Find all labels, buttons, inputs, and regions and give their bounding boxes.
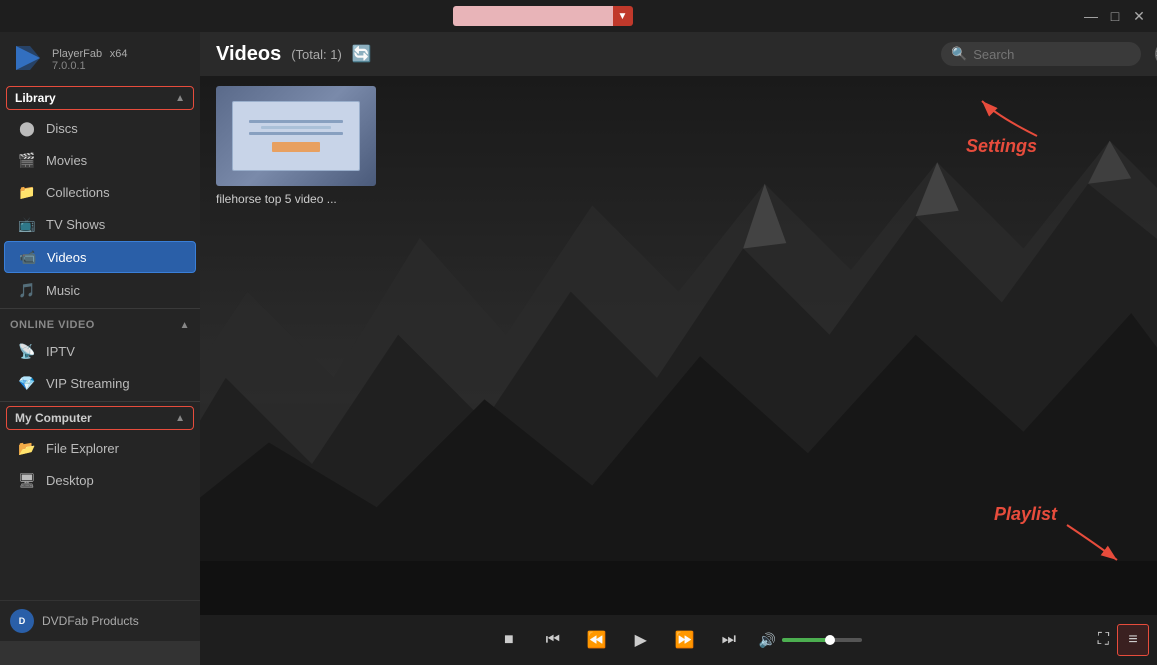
discs-label: Discs <box>46 121 78 136</box>
content-title: Videos (Total: 1) 🔄 <box>216 43 372 66</box>
iptv-label: IPTV <box>46 344 75 359</box>
video-thumbnail <box>216 86 376 186</box>
library-label: Library <box>15 91 56 105</box>
divider-2 <box>0 401 200 402</box>
stop-button[interactable]: ■ <box>495 626 523 654</box>
music-label: Music <box>46 283 80 298</box>
dvdfab-logo: D <box>10 609 34 633</box>
content-header: Videos (Total: 1) 🔄 🔍 ✕ <box>200 32 1157 76</box>
online-video-header[interactable]: ONLINE VIDEO ▲ <box>0 311 200 335</box>
collections-icon: 📁 <box>18 183 36 201</box>
tvshows-label: TV Shows <box>46 217 105 232</box>
titlebar-dropdown-btn[interactable]: ▼ <box>613 6 633 26</box>
titlebar: ▼ — □ ✕ <box>0 0 1157 32</box>
list-item[interactable]: filehorse top 5 video ... <box>216 86 376 206</box>
search-input[interactable] <box>973 47 1149 62</box>
thumbnail-btn <box>272 142 319 152</box>
search-box: 🔍 ✕ <box>941 42 1141 66</box>
discs-icon: ⬤ <box>18 119 36 137</box>
playlist-icon: ≡ <box>1128 631 1137 649</box>
library-section-header[interactable]: Library ▲ <box>6 86 194 110</box>
sidebar-item-iptv[interactable]: 📡 IPTV <box>0 335 200 367</box>
library-collapse-icon: ▲ <box>175 93 185 104</box>
content-bg: Settings Playlist <box>200 76 1157 615</box>
total-badge: (Total: 1) <box>291 47 342 62</box>
desktop-icon: 🖥 <box>18 471 36 489</box>
volume-area: 🔊 <box>759 632 862 649</box>
online-video-collapse-icon: ▲ <box>180 320 190 331</box>
page-title: Videos <box>216 43 281 66</box>
online-video-label: ONLINE VIDEO <box>10 319 95 331</box>
volume-thumb <box>825 635 835 645</box>
main-container: PlayerFab x64 7.0.0.1 Library ▲ ⬤ Discs … <box>0 32 1157 665</box>
next-button[interactable]: ⏭ <box>715 626 743 654</box>
dropdown-icon: ▼ <box>618 11 628 22</box>
thumbnail-screen <box>232 101 360 171</box>
sidebar: PlayerFab x64 7.0.0.1 Library ▲ ⬤ Discs … <box>0 32 200 665</box>
sidebar-item-movies[interactable]: 🎬 Movies <box>0 144 200 176</box>
volume-bar[interactable] <box>782 638 862 642</box>
my-computer-collapse-icon: ▲ <box>175 413 185 424</box>
collections-label: Collections <box>46 185 110 200</box>
volume-icon: 🔊 <box>759 632 776 649</box>
thumbnail-line3 <box>249 132 343 135</box>
dvdfab-footer[interactable]: D DVDFab Products <box>0 600 200 641</box>
video-grid: filehorse top 5 video ... <box>216 86 376 206</box>
brand-text: PlayerFab x64 7.0.0.1 <box>52 45 128 72</box>
iptv-icon: 📡 <box>18 342 36 360</box>
titlebar-search-area: ▼ <box>453 6 633 26</box>
sidebar-item-vip-streaming[interactable]: 💎 VIP Streaming <box>0 367 200 399</box>
content-area: Videos (Total: 1) 🔄 🔍 ✕ <box>200 32 1157 665</box>
thumbnail-line <box>249 120 343 123</box>
volume-fill <box>782 638 830 642</box>
fullscreen-button[interactable]: ⛶ <box>1098 631 1109 649</box>
maximize-button[interactable]: □ <box>1105 6 1125 26</box>
my-computer-header[interactable]: My Computer ▲ <box>6 406 194 430</box>
sidebar-item-collections[interactable]: 📁 Collections <box>0 176 200 208</box>
titlebar-search-input[interactable] <box>453 6 613 26</box>
sidebar-item-file-explorer[interactable]: 📂 File Explorer <box>0 432 200 464</box>
app-brand: PlayerFab x64 7.0.0.1 <box>0 32 200 84</box>
thumbnail-line2 <box>261 126 332 129</box>
sidebar-item-discs[interactable]: ⬤ Discs <box>0 112 200 144</box>
playlist-toggle-button[interactable]: ≡ <box>1117 624 1149 656</box>
forward-button[interactable]: ⏩ <box>671 626 699 654</box>
desktop-label: Desktop <box>46 473 94 488</box>
file-explorer-icon: 📂 <box>18 439 36 457</box>
search-icon: 🔍 <box>951 46 967 62</box>
sidebar-item-music[interactable]: 🎵 Music <box>0 274 200 306</box>
sidebar-bottom-bar <box>0 641 200 665</box>
app-logo <box>12 42 44 74</box>
sidebar-item-videos[interactable]: 📹 Videos <box>4 241 196 273</box>
videos-label: Videos <box>47 250 87 265</box>
my-computer-label: My Computer <box>15 411 92 425</box>
rewind-button[interactable]: ⏪ <box>583 626 611 654</box>
video-name: filehorse top 5 video ... <box>216 192 376 206</box>
videos-icon: 📹 <box>19 248 37 266</box>
movies-icon: 🎬 <box>18 151 36 169</box>
sidebar-item-desktop[interactable]: 🖥 Desktop <box>0 464 200 496</box>
divider-1 <box>0 308 200 309</box>
refresh-button[interactable]: 🔄 <box>352 44 372 64</box>
movies-label: Movies <box>46 153 87 168</box>
music-icon: 🎵 <box>18 281 36 299</box>
prev-button[interactable]: ⏮ <box>539 626 567 654</box>
minimize-button[interactable]: — <box>1081 6 1101 26</box>
file-explorer-label: File Explorer <box>46 441 119 456</box>
vip-label: VIP Streaming <box>46 376 130 391</box>
play-button[interactable]: ▶ <box>627 626 655 654</box>
thumbnail-inner <box>216 86 376 186</box>
tvshows-icon: 📺 <box>18 215 36 233</box>
sidebar-item-tvshows[interactable]: 📺 TV Shows <box>0 208 200 240</box>
dvdfab-label: DVDFab Products <box>42 614 139 628</box>
brand-name: PlayerFab x64 <box>52 45 128 60</box>
brand-version: 7.0.0.1 <box>52 60 128 72</box>
vip-icon: 💎 <box>18 374 36 392</box>
close-button[interactable]: ✕ <box>1129 6 1149 26</box>
player-controls: ■ ⏮ ⏪ ▶ ⏩ ⏭ 🔊 ⛶ ≡ <box>200 615 1157 665</box>
